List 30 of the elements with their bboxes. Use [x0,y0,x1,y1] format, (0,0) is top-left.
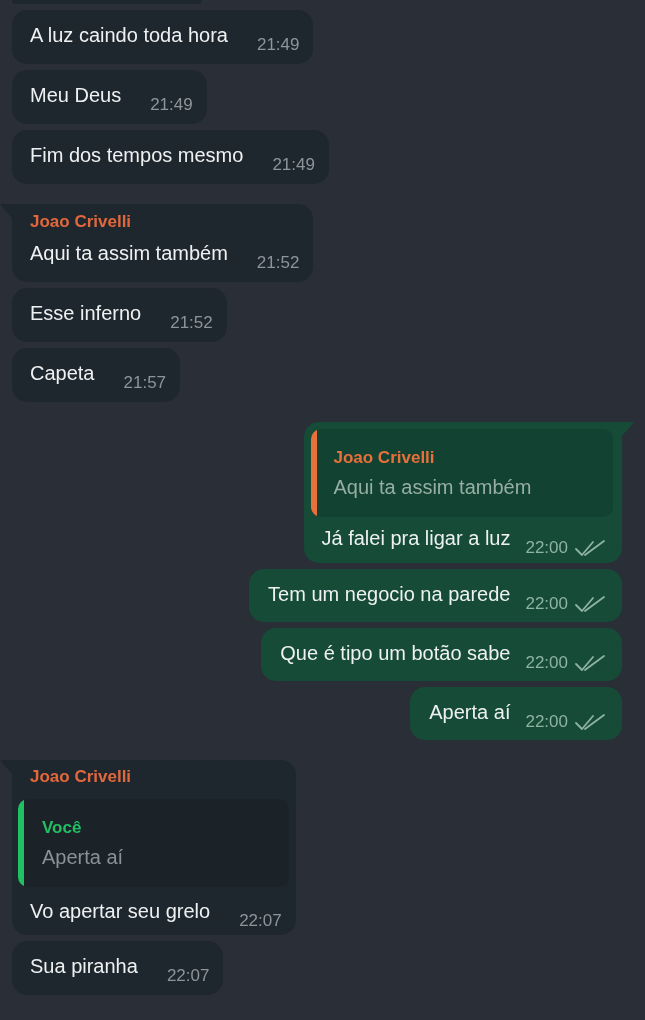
message-time: 22:00 [525,654,568,672]
message-time: 21:49 [272,156,315,174]
message-text: Fim dos tempos mesmo [30,143,244,167]
message-time: 21:49 [150,96,193,114]
message-text: Capeta [30,361,95,385]
message-text: A luz caindo toda hora [30,23,228,47]
quote-sender-name: Você [42,817,83,839]
message-time: 22:00 [525,539,568,557]
quote-text: Aqui ta assim também [333,475,532,499]
message-time: 21:52 [170,314,213,332]
message-time: 21:57 [123,374,167,392]
message-time: 22:00 [525,713,568,731]
message-text: Sua piranha [30,954,138,978]
message-text: Que é tipo um botão sabe [280,641,511,665]
message-text: Já falei pra ligar a luz [321,526,511,550]
message-text: Aperta aí [429,700,511,724]
message-time: 21:49 [256,36,300,54]
message-text: Esse inferno [30,301,142,325]
message-time: 22:07 [166,967,210,985]
message-text: Meu Deus [30,83,122,107]
message-time: 21:52 [256,254,300,272]
sender-name: Joao Crivelli [30,211,133,233]
quote-text: Aperta aí [42,845,124,869]
message-text: Aqui ta assim também [30,241,228,265]
quote-sender-name: Joao Crivelli [333,447,436,469]
message-text: Tem um negocio na parede [268,582,511,606]
message-time: 22:00 [525,595,568,613]
message-time: 22:07 [239,912,282,930]
message-text: Vo apertar seu grelo [30,899,211,923]
sender-name: Joao Crivelli [29,766,133,788]
